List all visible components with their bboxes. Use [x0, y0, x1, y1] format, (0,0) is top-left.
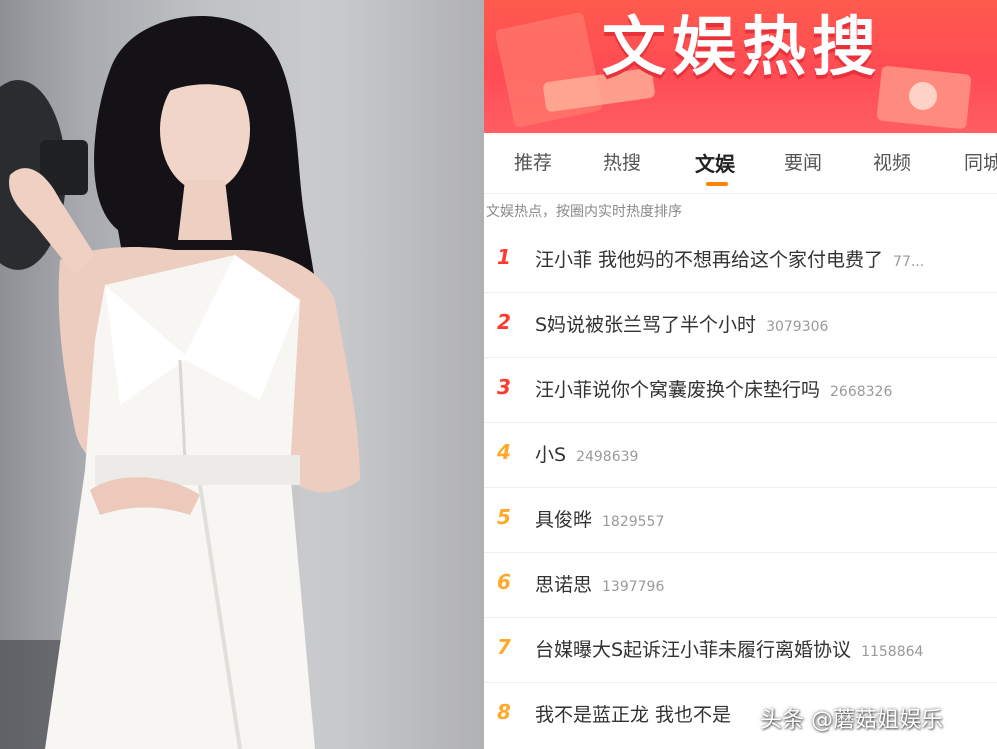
tab-video[interactable]: 视频 — [873, 148, 911, 175]
topic-title[interactable]: S妈说被张兰骂了半个小时 3079306 — [535, 310, 828, 337]
active-tab-indicator — [706, 182, 728, 186]
tabs-divider — [484, 193, 997, 194]
tab-entertainment[interactable]: 文娱 — [695, 148, 735, 177]
heat-count: 1158864 — [861, 644, 924, 660]
tab-news[interactable]: 要闻 — [784, 148, 822, 175]
topic-title[interactable]: 具俊晔 1829557 — [535, 505, 664, 532]
heat-count: 1829557 — [602, 514, 665, 530]
rank-number: 2 — [497, 310, 511, 334]
rank-number: 7 — [497, 635, 511, 659]
entertainment-banner: 文娱热搜 — [484, 0, 997, 133]
weibo-hot-search-screen: 文娱热搜 推荐 热搜 文娱 要闻 视频 同城 文娱热点，按圈内实时热度排序 1 … — [484, 0, 997, 749]
list-item[interactable]: 2 S妈说被张兰骂了半个小时 3079306 — [484, 292, 997, 358]
tab-hot-search[interactable]: 热搜 — [603, 148, 641, 175]
list-item[interactable]: 1 汪小菲 我他妈的不想再给这个家付电费了 77... — [484, 227, 997, 293]
list-description: 文娱热点，按圈内实时热度排序 — [486, 204, 682, 220]
list-item[interactable]: 7 台媒曝大S起诉汪小菲未履行离婚协议 1158864 — [484, 617, 997, 683]
banner-title: 文娱热搜 — [602, 11, 882, 85]
photo-illustration — [0, 15, 360, 749]
list-item[interactable]: 6 思诺思 1397796 — [484, 552, 997, 618]
topic-title[interactable]: 我不是蓝正龙 我也不是 — [535, 700, 741, 727]
topic-title[interactable]: 小S 2498639 — [535, 440, 638, 467]
source-watermark: 头条 @蘑菇姐娱乐 — [760, 708, 943, 733]
list-item[interactable]: 5 具俊晔 1829557 — [484, 487, 997, 553]
heat-count: 1397796 — [602, 579, 665, 595]
tab-local[interactable]: 同城 — [964, 148, 997, 175]
rank-number: 6 — [497, 570, 511, 594]
topic-title[interactable]: 台媒曝大S起诉汪小菲未履行离婚协议 1158864 — [535, 635, 923, 662]
list-item[interactable]: 3 汪小菲说你个窝囊废换个床垫行吗 2668326 — [484, 357, 997, 423]
heat-count: 2668326 — [830, 384, 893, 400]
rank-number: 1 — [497, 245, 511, 269]
heat-count: 77... — [893, 254, 925, 270]
rank-number: 5 — [497, 505, 511, 529]
topic-title[interactable]: 汪小菲 我他妈的不想再给这个家付电费了 77... — [535, 245, 924, 272]
heat-count: 3079306 — [766, 319, 829, 335]
camera-lens-icon — [909, 82, 937, 110]
rank-number: 3 — [497, 375, 511, 399]
celebrity-photo — [0, 0, 484, 749]
rank-number: 8 — [497, 700, 511, 724]
topic-title[interactable]: 汪小菲说你个窝囊废换个床垫行吗 2668326 — [535, 375, 892, 402]
heat-count: 2498639 — [576, 449, 639, 465]
topic-title[interactable]: 思诺思 1397796 — [535, 570, 664, 597]
tab-recommend[interactable]: 推荐 — [514, 148, 552, 175]
list-item[interactable]: 4 小S 2498639 — [484, 422, 997, 488]
rank-number: 4 — [497, 440, 511, 464]
